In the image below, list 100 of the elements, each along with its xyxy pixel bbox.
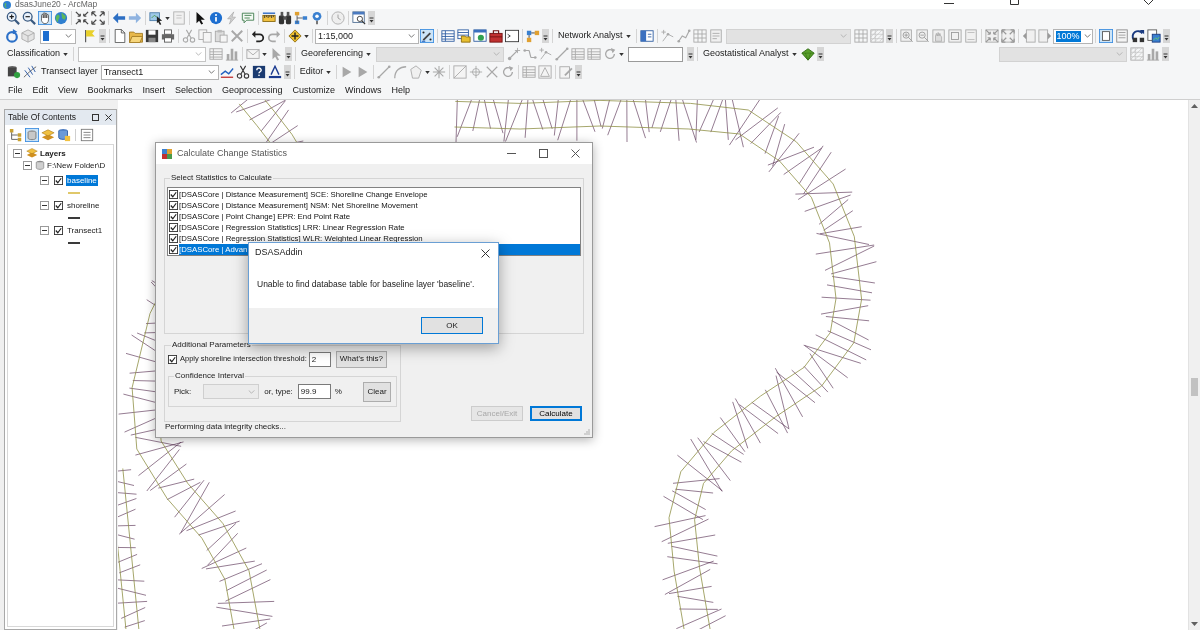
input-field[interactable] [628, 46, 684, 62]
info-icon[interactable] [209, 11, 223, 25]
close-icon[interactable] [571, 149, 580, 158]
maximize-icon[interactable] [539, 149, 548, 158]
toolbar-options-icon[interactable] [1161, 47, 1169, 61]
chevron-down-icon[interactable] [65, 34, 72, 38]
toolbar-menu[interactable]: Network Analyst [555, 28, 634, 44]
caret-icon[interactable] [63, 52, 69, 56]
clear-button[interactable]: Clear [363, 381, 391, 402]
hand-icon[interactable] [38, 11, 52, 25]
dropdown-field[interactable]: Transect1 [100, 64, 219, 80]
line-shape-icon[interactable] [219, 65, 234, 79]
zoom-in-icon[interactable] [6, 11, 20, 25]
checkbox[interactable] [54, 201, 63, 210]
vertical-scrollbar[interactable] [1188, 100, 1200, 630]
checkbox[interactable] [169, 245, 178, 254]
menu-item[interactable]: Geoprocessing [216, 82, 288, 98]
folder-table-icon[interactable] [457, 29, 471, 43]
font-color-icon[interactable] [267, 65, 282, 79]
toolbar-options-icon[interactable] [816, 47, 824, 61]
dropdown-field[interactable]: 1:15,000 [315, 28, 419, 44]
tree-item[interactable]: F:\New Folder\D [46, 159, 107, 171]
checkbox[interactable] [169, 212, 178, 221]
connected-nodes-icon[interactable] [294, 11, 308, 25]
zoom-out-icon[interactable] [22, 11, 36, 25]
toolbar-options-icon[interactable] [368, 11, 375, 25]
binoculars-icon[interactable] [278, 11, 292, 25]
pencil-line-icon[interactable] [420, 29, 434, 43]
database-selection-icon[interactable] [57, 127, 71, 142]
menu-item[interactable]: Insert [137, 82, 170, 98]
checkbox[interactable] [169, 190, 178, 199]
menu-item[interactable]: Selection [169, 82, 217, 98]
model-diagram-icon[interactable] [526, 29, 540, 43]
confidence-input[interactable]: 99.9 [297, 384, 331, 399]
chevron-down-icon[interactable] [207, 70, 215, 74]
menu-item[interactable]: Windows [340, 82, 387, 98]
add-data-icon[interactable] [288, 29, 302, 43]
toolbar-menu[interactable]: Editor [296, 64, 335, 80]
close-icon[interactable] [481, 248, 490, 258]
toolbar-menu[interactable]: Georeferencing [298, 46, 375, 62]
maximize-icon[interactable] [1010, 0, 1019, 5]
dropdown-field[interactable] [78, 46, 207, 62]
arrows-outward-icon[interactable] [91, 11, 105, 25]
caret-icon[interactable] [791, 52, 797, 56]
dropdown-field[interactable] [40, 28, 76, 44]
gem-icon[interactable] [800, 47, 815, 61]
dialog-button[interactable]: Calculate [530, 406, 582, 421]
menu-item[interactable]: View [53, 82, 83, 98]
command-window-icon[interactable] [505, 29, 519, 43]
toolbar-options-icon[interactable] [885, 29, 893, 43]
new-page-icon[interactable] [113, 29, 127, 43]
caret-icon[interactable] [425, 70, 431, 74]
list-nodes-icon[interactable] [9, 127, 23, 142]
toolbar-options-icon[interactable] [283, 65, 291, 79]
menu-item[interactable]: Edit [27, 82, 54, 98]
arrows-inward-icon[interactable] [75, 11, 89, 25]
refresh-icon[interactable] [5, 29, 19, 43]
toolbar-menu[interactable]: Geostatistical Analyst [700, 46, 800, 62]
checkbox[interactable] [169, 201, 178, 210]
scissors-icon[interactable] [235, 65, 250, 79]
menu-item[interactable]: File [3, 82, 28, 98]
page-back-icon[interactable] [1021, 29, 1036, 43]
tree-item[interactable]: baseline [66, 175, 98, 186]
toolbar-options-icon[interactable] [285, 47, 293, 61]
toolbar-options-icon[interactable] [99, 29, 106, 43]
database-globe-icon[interactable] [7, 65, 21, 79]
checkbox[interactable] [54, 176, 63, 185]
toolbar-options-icon[interactable] [542, 29, 549, 43]
caret-icon[interactable] [326, 70, 332, 74]
tree-item[interactable]: Transect1 [66, 225, 104, 236]
menu-item[interactable]: Customize [287, 82, 340, 98]
toolbox-icon[interactable] [489, 29, 503, 43]
caret-icon[interactable] [619, 52, 625, 56]
checkbox[interactable] [169, 223, 178, 232]
toolbar-options-icon[interactable] [575, 65, 583, 79]
table-icon[interactable] [441, 29, 455, 43]
window-magnifier-icon[interactable] [352, 11, 366, 25]
caret-icon[interactable] [262, 52, 268, 56]
toolbar-menu[interactable]: Classification [4, 46, 72, 62]
checkbox[interactable] [169, 234, 178, 243]
rotate-arrows-icon[interactable] [1130, 29, 1145, 43]
scroll-up-icon[interactable] [1191, 104, 1198, 108]
options-list-icon[interactable] [80, 127, 94, 142]
transect-lines-icon[interactable] [23, 65, 37, 79]
ok-button[interactable]: OK [421, 317, 483, 334]
layers-icon[interactable] [41, 127, 55, 142]
caret-icon[interactable] [625, 34, 631, 38]
collapse-icon[interactable] [23, 160, 32, 170]
checkbox[interactable] [54, 226, 63, 235]
collapse-icon[interactable] [13, 148, 22, 158]
ruler-icon[interactable] [262, 11, 276, 25]
close-icon[interactable] [105, 114, 112, 121]
caret-icon[interactable] [366, 52, 372, 56]
close-icon[interactable] [1144, 0, 1153, 5]
tree-item[interactable]: Layers [39, 147, 67, 159]
dropdown-field[interactable] [998, 46, 1127, 62]
chevron-down-icon[interactable] [408, 34, 415, 38]
dropdown-field[interactable] [376, 46, 505, 62]
map-page-icon[interactable] [1146, 29, 1161, 43]
page-forward-icon[interactable] [1037, 29, 1052, 43]
